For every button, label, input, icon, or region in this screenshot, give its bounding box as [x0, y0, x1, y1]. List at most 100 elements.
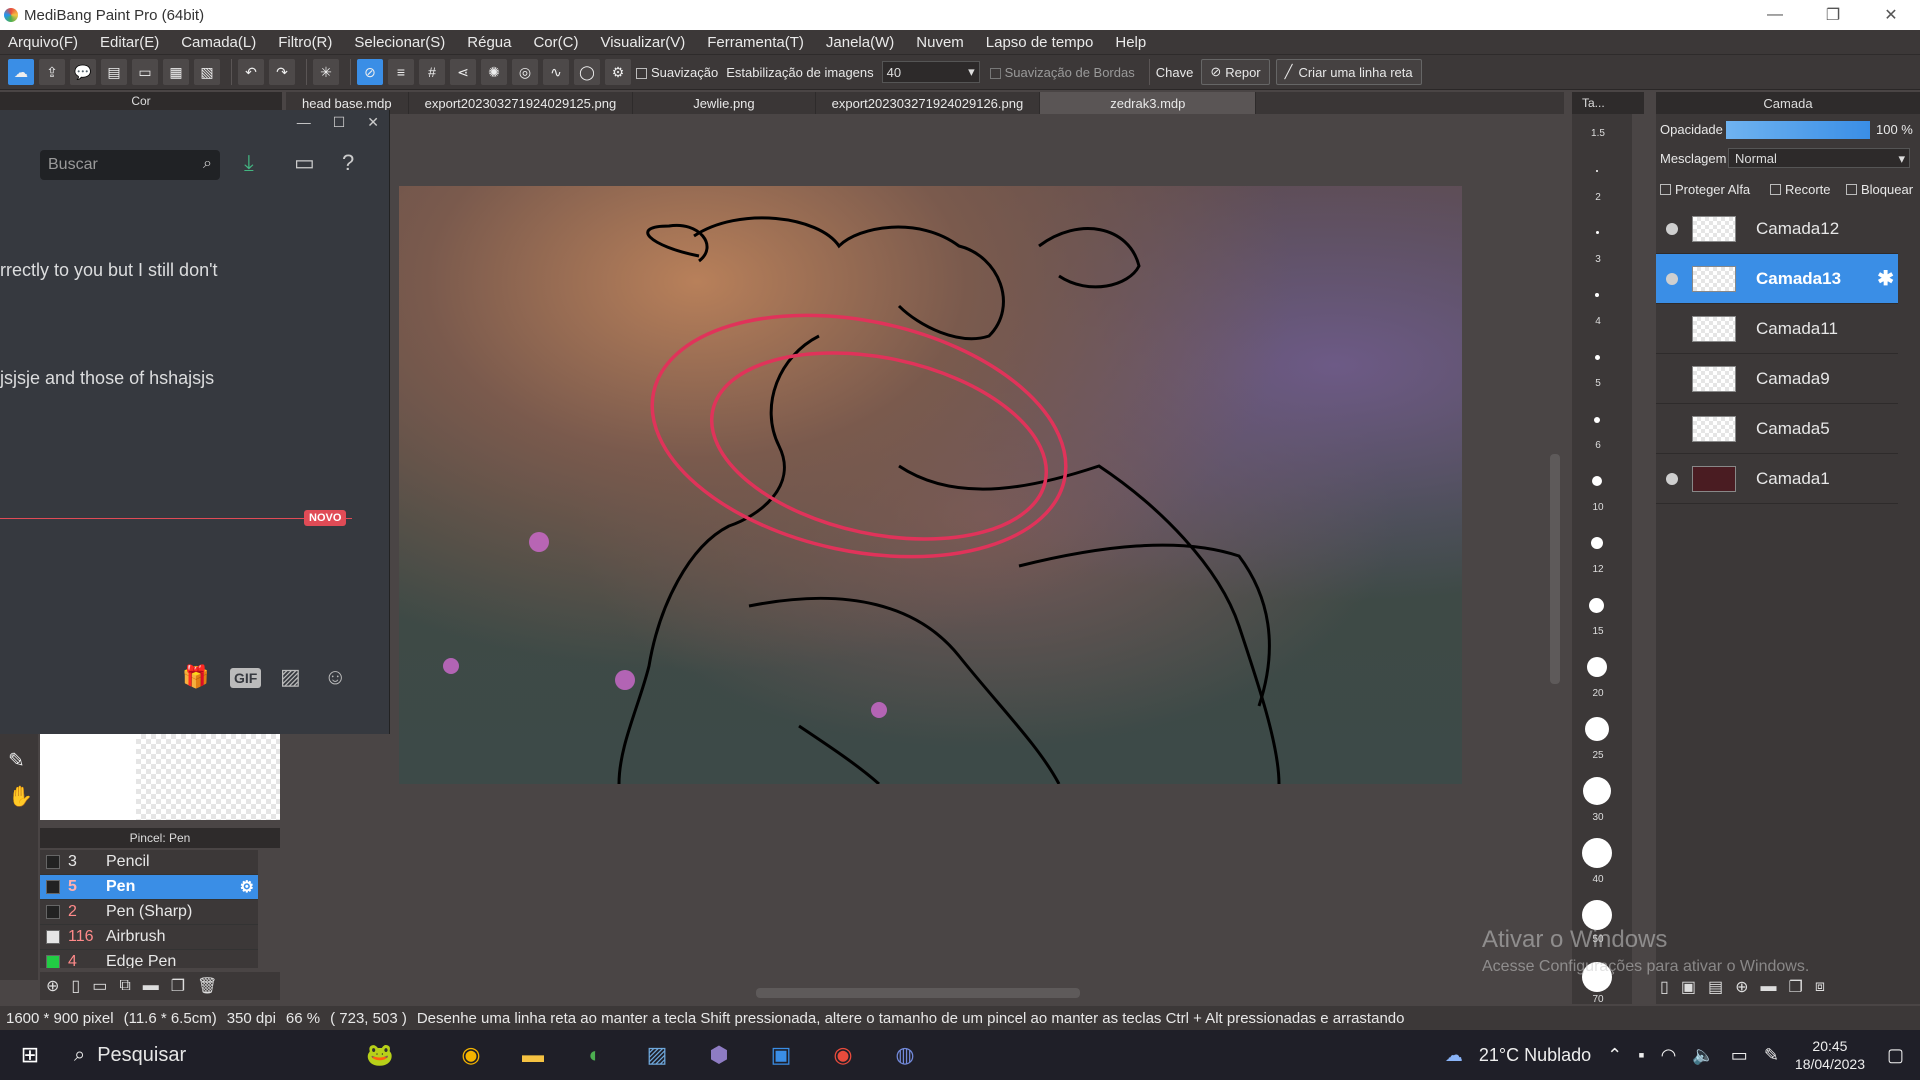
lock-option[interactable]: Bloquear	[1846, 182, 1913, 197]
snap-circle-icon[interactable]: ◎	[512, 59, 538, 85]
weather-text[interactable]: 21°C Nublado	[1479, 1045, 1591, 1066]
app-icon[interactable]: ⬢	[688, 1030, 750, 1080]
snap-settings-icon[interactable]: ⚙	[605, 59, 631, 85]
layer-item[interactable]: Camada9	[1656, 354, 1898, 404]
help-icon[interactable]: ?	[342, 150, 354, 176]
layer-item[interactable]: Camada11	[1656, 304, 1898, 354]
gift-icon[interactable]: 🎁	[182, 664, 209, 690]
snap-none-icon[interactable]: ⊘	[357, 59, 383, 85]
document-tab[interactable]: Jewlie.png	[633, 92, 816, 114]
clock[interactable]: 20:45 18/04/2023	[1795, 1037, 1865, 1073]
gif-button[interactable]: GIF	[230, 668, 262, 688]
size-option[interactable]	[1587, 657, 1607, 677]
cloud-icon[interactable]: ☁	[8, 59, 34, 85]
scrollbar-thumb[interactable]	[1550, 454, 1560, 684]
file-explorer-icon[interactable]: ▬	[502, 1030, 564, 1080]
panel-icon[interactable]: ▦	[163, 59, 189, 85]
inbox-icon[interactable]: ▭	[294, 150, 315, 176]
lock-checkbox[interactable]	[1846, 184, 1857, 195]
size-option[interactable]	[1589, 598, 1604, 613]
redo-icon[interactable]: ↷	[269, 59, 295, 85]
opacity-slider[interactable]	[1726, 121, 1870, 139]
straight-line-button[interactable]: ╱ Criar uma linha reta	[1275, 59, 1422, 85]
snap-grid-icon[interactable]: #	[419, 59, 445, 85]
chrome-profile-icon[interactable]: ◉	[812, 1030, 874, 1080]
notification-icon[interactable]: ▢	[1887, 1045, 1904, 1066]
copy-brush-icon[interactable]: ⧉	[119, 977, 130, 995]
maximize-button[interactable]: ❐	[1804, 0, 1862, 30]
discord-icon[interactable]: ◍	[874, 1030, 936, 1080]
layout-icon[interactable]: ▧	[194, 59, 220, 85]
visibility-toggle[interactable]	[1666, 472, 1678, 485]
size-option[interactable]	[1585, 717, 1609, 741]
brush-item-pen-sharp[interactable]: 2 Pen (Sharp)	[40, 900, 258, 925]
smoothing-toggle[interactable]: Suavização	[636, 65, 718, 80]
layer-item[interactable]: Camada1	[1656, 454, 1898, 504]
page-icon[interactable]: ▭	[132, 59, 158, 85]
new-1bit-layer-icon[interactable]: ▤	[1708, 977, 1723, 997]
brush-item-pencil[interactable]: 3 Pencil	[40, 850, 258, 875]
size-option[interactable]	[1582, 838, 1612, 868]
emoji-icon[interactable]: ☺	[324, 664, 346, 690]
gear-icon[interactable]: ⚙	[240, 877, 254, 897]
new-brush-icon[interactable]: ▯	[71, 976, 80, 996]
new-layer-icon[interactable]: ▯	[1660, 977, 1669, 997]
taskbar-search[interactable]: ⌕ Pesquisar	[60, 1030, 320, 1080]
speech-bubble-icon[interactable]: 💬	[70, 59, 96, 85]
size-option[interactable]	[1592, 476, 1602, 486]
layer-item[interactable]: Camada5	[1656, 404, 1898, 454]
menu-layer[interactable]: Camada(L)	[181, 34, 256, 51]
smoothing-checkbox[interactable]	[636, 67, 647, 79]
blend-mode-select[interactable]: Normal ▾	[1728, 148, 1910, 168]
menu-window[interactable]: Janela(W)	[826, 34, 894, 51]
size-option[interactable]	[1596, 170, 1598, 172]
size-option[interactable]	[1595, 355, 1600, 360]
medibang-icon[interactable]: ◐	[564, 1030, 626, 1080]
minimize-button[interactable]: —	[1746, 0, 1804, 30]
snap-off-icon[interactable]: ✳	[313, 59, 339, 85]
merge-icon[interactable]: ⧈	[1815, 978, 1825, 996]
size-option[interactable]	[1594, 417, 1600, 423]
chat-search-input[interactable]: Buscar ⌕	[40, 150, 220, 180]
menu-cloud[interactable]: Nuvem	[916, 34, 964, 51]
add-layer-menu-icon[interactable]: ⊕	[1735, 977, 1748, 997]
document-tab[interactable]: export202303271924029125.png	[409, 92, 634, 114]
chevron-up-icon[interactable]: ⌃	[1607, 1045, 1622, 1066]
snap-ellipse-icon[interactable]: ◯	[574, 59, 600, 85]
menu-file[interactable]: Arquivo(F)	[8, 34, 78, 51]
new-halftone-layer-icon[interactable]: ▣	[1681, 977, 1696, 997]
snap-curve-icon[interactable]: ∿	[543, 59, 569, 85]
chrome-icon[interactable]: ◉	[440, 1030, 502, 1080]
menu-color[interactable]: Cor(C)	[533, 34, 578, 51]
volume-icon[interactable]: 🔈	[1692, 1045, 1714, 1066]
undo-icon[interactable]: ↶	[238, 59, 264, 85]
layer-item-selected[interactable]: Camada13 ✱	[1656, 254, 1898, 304]
snap-perspective-icon[interactable]: ⋖	[450, 59, 476, 85]
horizontal-scrollbar[interactable]	[286, 984, 1564, 1002]
protect-alpha-option[interactable]: Proteger Alfa	[1660, 182, 1750, 197]
size-option[interactable]	[1596, 231, 1599, 234]
comment-icon[interactable]: ▤	[101, 59, 127, 85]
trash-icon[interactable]: 🗑	[197, 976, 217, 996]
duplicate-icon[interactable]: ❐	[171, 976, 185, 996]
vertical-scrollbar[interactable]	[1548, 114, 1562, 984]
close-button[interactable]: ✕	[1862, 0, 1920, 30]
size-option[interactable]	[1591, 537, 1603, 549]
size-option[interactable]	[1595, 293, 1599, 297]
edge-smoothing-toggle[interactable]: Suavização de Bordas	[989, 65, 1135, 80]
visibility-toggle[interactable]	[1666, 323, 1678, 335]
clip-option[interactable]: Recorte	[1770, 182, 1831, 197]
artwork-canvas[interactable]	[399, 186, 1462, 784]
scrollbar-thumb[interactable]	[756, 988, 1080, 998]
brush-item-pen[interactable]: 5 Pen ⚙	[40, 875, 258, 900]
wifi-icon[interactable]: ◠	[1661, 1045, 1677, 1066]
menu-tool[interactable]: Ferramenta(T)	[707, 34, 804, 51]
upload-icon[interactable]: ⇪	[39, 59, 65, 85]
duplicate-icon[interactable]: ❐	[1788, 977, 1802, 997]
visibility-toggle[interactable]	[1666, 373, 1678, 385]
hand-icon[interactable]: ✋	[8, 784, 33, 809]
menu-select[interactable]: Selecionar(S)	[354, 34, 445, 51]
menu-view[interactable]: Visualizar(V)	[600, 34, 685, 51]
menu-ruler[interactable]: Régua	[467, 34, 511, 51]
battery-icon[interactable]: ▭	[1731, 1045, 1748, 1066]
